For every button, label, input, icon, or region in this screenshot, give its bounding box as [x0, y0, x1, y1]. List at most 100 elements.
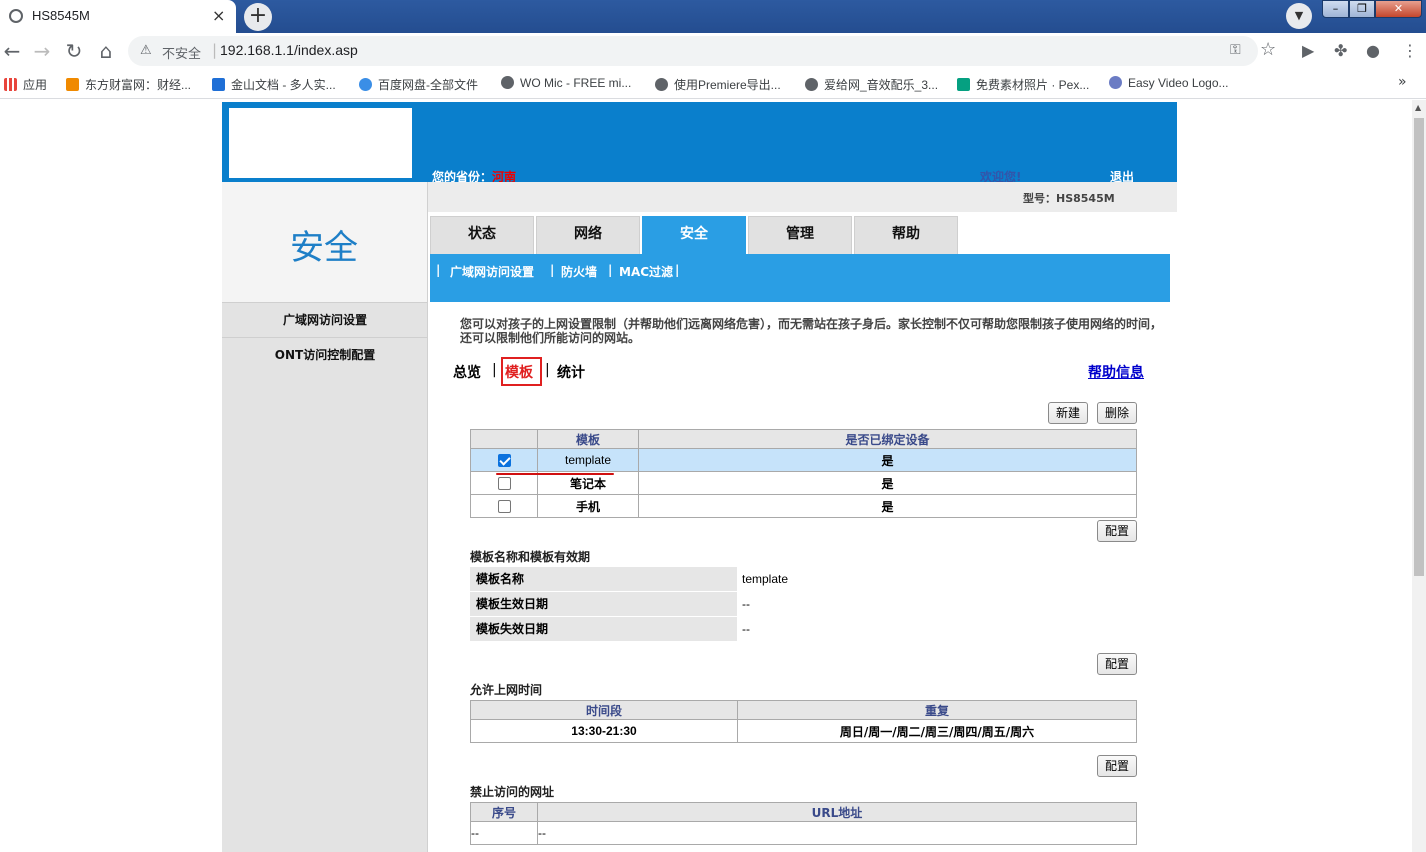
sidebar-item-ont-access-control[interactable]: ONT访问控制配置: [222, 337, 428, 371]
subnav-wan-access[interactable]: 广域网访问设置: [450, 263, 534, 280]
tab-network[interactable]: 网络: [536, 216, 640, 254]
profile-avatar-icon[interactable]: ●: [1366, 41, 1380, 60]
blocked-url-table: 序号 URL地址 -- --: [470, 802, 1137, 845]
help-info-link[interactable]: 帮助信息: [1088, 362, 1144, 382]
close-window-button[interactable]: ✕: [1375, 0, 1422, 18]
scroll-up-icon[interactable]: ▲: [1415, 103, 1421, 112]
bookmark-favicon-icon: [359, 78, 372, 91]
validity-config-button[interactable]: 配置: [1097, 653, 1137, 675]
bookmark-apps[interactable]: 应用: [4, 76, 47, 93]
period-cell: 13:30-21:30: [470, 719, 738, 743]
info-row: 模板生效日期 --: [470, 592, 1030, 616]
tab-search-icon[interactable]: ▼: [1286, 3, 1312, 29]
bookmark-favicon-icon: [212, 78, 225, 91]
key-icon[interactable]: ⚿: [1230, 42, 1241, 58]
repeat-cell: 周日/周一/周二/周三/周四/周五/周六: [737, 719, 1137, 743]
table-row: -- --: [470, 821, 1137, 845]
time-config-button[interactable]: 配置: [1097, 755, 1137, 777]
view-template-link[interactable]: 模板: [505, 362, 533, 382]
bookmark-item[interactable]: 金山文档 - 多人实...: [212, 76, 336, 93]
new-template-button[interactable]: 新建: [1048, 402, 1088, 424]
bookmark-item[interactable]: WO Mic - FREE mi...: [501, 76, 631, 90]
template-name-cell: 手机: [537, 494, 639, 518]
tab-status[interactable]: 状态: [430, 216, 534, 254]
new-tab-button[interactable]: +: [244, 3, 272, 31]
bound-cell: 是: [638, 471, 1137, 495]
bound-cell: 是: [638, 448, 1137, 472]
scrollbar-thumb[interactable]: [1414, 118, 1424, 576]
model-text: 型号：HS8545M: [1023, 192, 1115, 205]
bookmark-item[interactable]: 免费素材照片 · Pex...: [957, 76, 1089, 93]
menu-kebab-icon[interactable]: ⋮: [1402, 41, 1418, 60]
info-label: 模板名称: [470, 567, 737, 591]
warning-icon[interactable]: ⚠: [140, 43, 152, 58]
bookmark-item[interactable]: 爱给网_音效配乐_3...: [805, 76, 938, 93]
subnav-mac-filter[interactable]: MAC过滤: [619, 263, 673, 280]
home-icon[interactable]: ⌂: [94, 39, 118, 63]
bookmark-favicon-icon: [957, 78, 970, 91]
tab-management[interactable]: 管理: [748, 216, 852, 254]
table-header-select: [470, 429, 538, 449]
address-bar[interactable]: ⚠ 不安全 | 192.168.1.1/index.asp ⚿ ☆: [128, 36, 1276, 66]
tab-title: HS8545M: [32, 8, 90, 23]
bookmark-star-icon[interactable]: ☆: [1260, 39, 1276, 60]
back-icon[interactable]: ←: [0, 39, 24, 63]
table-header-bound: 是否已绑定设备: [638, 429, 1137, 449]
browser-tabstrip: HS8545M × + ▼ – ❐ ✕: [0, 0, 1426, 33]
info-value: --: [742, 597, 750, 611]
url-text[interactable]: 192.168.1.1/index.asp: [220, 42, 358, 58]
template-config-button[interactable]: 配置: [1097, 520, 1137, 542]
view-nav-separator: |: [545, 362, 550, 378]
page-scrollbar[interactable]: ▲: [1412, 100, 1426, 852]
tab-security[interactable]: 安全: [642, 216, 746, 254]
tab-help[interactable]: 帮助: [854, 216, 958, 254]
subnav-separator: |: [436, 263, 441, 277]
globe-icon: [655, 78, 668, 91]
view-stats-link[interactable]: 统计: [557, 362, 585, 382]
bookmark-item[interactable]: 使用Premiere导出...: [655, 76, 781, 93]
row-checkbox[interactable]: [497, 500, 511, 513]
main-divider: [427, 182, 428, 852]
minimize-button[interactable]: –: [1322, 0, 1349, 18]
row-checkbox[interactable]: [497, 454, 511, 467]
reload-icon[interactable]: ↻: [62, 39, 86, 63]
row-checkbox[interactable]: [497, 477, 511, 490]
bookmark-item[interactable]: 百度网盘-全部文件: [359, 76, 478, 93]
subnav-firewall[interactable]: 防火墙: [561, 263, 597, 280]
allowed-time-title: 允许上网时间: [470, 683, 543, 697]
table-header-index: 序号: [470, 802, 538, 822]
forward-icon[interactable]: →: [30, 39, 54, 63]
bookmarks-bar: 应用 东方财富网：财经... 金山文档 - 多人实... 百度网盘-全部文件 W…: [0, 69, 1426, 99]
index-cell: --: [470, 821, 538, 845]
globe-icon: [805, 78, 818, 91]
table-row: 13:30-21:30 周日/周一/周二/周三/周四/周五/周六: [470, 719, 1137, 743]
bookmarks-overflow-icon[interactable]: »: [1398, 74, 1407, 90]
sub-navigation: | 广域网访问设置 | 防火墙 | MAC过滤 |: [430, 254, 1170, 302]
logo-area: [229, 108, 412, 178]
info-row: 模板名称 template: [470, 567, 1030, 591]
bookmark-item[interactable]: Easy Video Logo...: [1109, 76, 1229, 90]
bookmark-favicon-icon: [66, 78, 79, 91]
delete-template-button[interactable]: 删除: [1097, 402, 1137, 424]
subnav-separator: |: [675, 263, 680, 277]
subnav-separator: |: [550, 263, 555, 277]
sidebar-item-wan-access[interactable]: 广域网访问设置: [222, 302, 428, 336]
insecure-label[interactable]: 不安全: [162, 43, 201, 62]
table-row[interactable]: 手机 是: [470, 494, 1137, 518]
maximize-button[interactable]: ❐: [1349, 0, 1375, 18]
info-value: template: [742, 572, 789, 586]
bookmark-item[interactable]: 东方财富网：财经...: [66, 76, 191, 93]
table-row[interactable]: template 是: [470, 448, 1137, 472]
table-header-template: 模板: [537, 429, 639, 449]
view-overview-link[interactable]: 总览: [453, 362, 481, 382]
extensions-icon[interactable]: ✤: [1334, 41, 1347, 60]
globe-icon: [9, 9, 23, 23]
media-play-icon[interactable]: ▶: [1302, 41, 1314, 60]
tab-close-icon[interactable]: ×: [212, 6, 225, 25]
url-cell: --: [537, 821, 1137, 845]
bound-cell: 是: [638, 494, 1137, 518]
blocked-url-title: 禁止访问的网址: [470, 785, 555, 799]
browser-tab[interactable]: HS8545M ×: [0, 0, 236, 33]
omnibox-separator: |: [212, 41, 218, 59]
bookmark-favicon-icon: [1109, 76, 1122, 89]
